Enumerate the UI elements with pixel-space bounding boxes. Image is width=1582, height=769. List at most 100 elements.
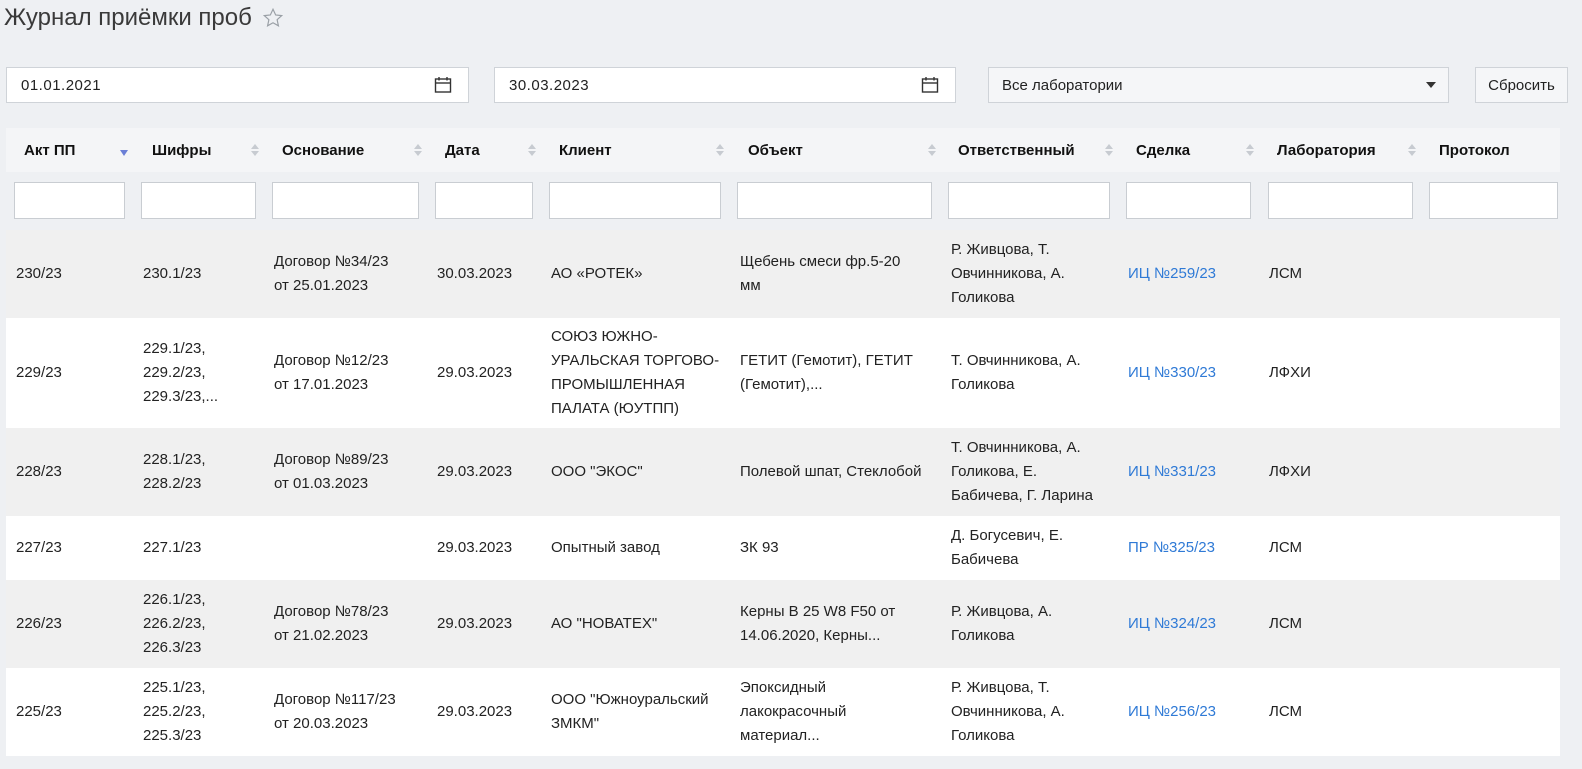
- cell-text: Опытный завод: [551, 539, 660, 556]
- table-row[interactable]: 229/23 229.1/23, 229.2/23, 229.3/23,... До…: [6, 318, 1560, 428]
- header-col-deal[interactable]: Сделка: [1136, 128, 1190, 172]
- cell-col-object: Эпоксидный лакокрасочный материал...: [740, 668, 846, 756]
- date-to-input[interactable]: 30.03.2023: [494, 67, 956, 103]
- cell-col-ciphers: 226.1/23, 226.2/23, 226.3/23: [143, 580, 206, 668]
- sort-desc-icon[interactable]: [120, 142, 128, 158]
- laboratory-select-value: Все лаборатории: [1002, 76, 1123, 94]
- cell-col-akt: 225/23: [16, 668, 62, 756]
- filter-input-col-date[interactable]: [435, 182, 533, 219]
- deal-link[interactable]: ПР №325/23: [1128, 536, 1215, 560]
- filter-input-col-akt[interactable]: [14, 182, 125, 219]
- cell-col-lab: ЛФХИ: [1269, 318, 1311, 428]
- cell-col-basis: Договор №78/23 от 21.02.2023: [274, 580, 388, 668]
- cell-text: СОЮЗ ЮЖНО- УРАЛЬСКАЯ ТОРГОВО- ПРОМЫШЛЕНН…: [551, 328, 720, 417]
- cell-text: ГЕТИТ (Гемотит), ГЕТИТ (Гемотит),...: [740, 352, 913, 393]
- cell-text: Щебень смеси фр.5-20 мм: [740, 253, 901, 294]
- sort-icon[interactable]: [414, 142, 422, 158]
- cell-col-responsible: Р. Живцова, Т. Овчинникова, А. Голикова: [951, 668, 1065, 756]
- table-row[interactable]: 225/23 225.1/23, 225.2/23, 225.3/23 Догово…: [6, 668, 1560, 756]
- deal-link[interactable]: ИЦ №330/23: [1128, 361, 1216, 385]
- deal-link[interactable]: ИЦ №324/23: [1128, 612, 1216, 636]
- cell-text: Полевой шпат, Стеклобой: [740, 463, 922, 480]
- favorite-star-icon[interactable]: [262, 7, 284, 29]
- filter-input-col-ciphers[interactable]: [141, 182, 256, 219]
- cell-text: АО «РОТЕК»: [551, 265, 643, 282]
- sort-icon[interactable]: [251, 142, 259, 158]
- cell-col-date: 29.03.2023: [437, 516, 512, 580]
- header-col-ciphers[interactable]: Шифры: [152, 128, 211, 172]
- cell-col-object: ГЕТИТ (Гемотит), ГЕТИТ (Гемотит),...: [740, 318, 913, 428]
- cell-text: 29.03.2023: [437, 463, 513, 480]
- deal-link[interactable]: ИЦ №256/23: [1128, 700, 1216, 724]
- header-col-lab[interactable]: Лаборатория: [1277, 128, 1376, 172]
- table-row[interactable]: 226/23 226.1/23, 226.2/23, 226.3/23 Догово…: [6, 580, 1560, 668]
- cell-text: ЛФХИ: [1269, 364, 1311, 381]
- cell-col-deal: ПР №325/23: [1128, 516, 1215, 580]
- cell-text: ЛСМ: [1269, 265, 1303, 282]
- cell-col-akt: 230/23: [16, 230, 62, 318]
- header-col-client[interactable]: Клиент: [559, 128, 612, 172]
- cell-text: Договор №89/23 от 01.03.2023: [274, 451, 389, 492]
- cell-col-responsible: Д. Богусевич, Е. Бабичева: [951, 516, 1063, 580]
- date-from-input[interactable]: 01.01.2021: [6, 67, 469, 103]
- cell-text: Эпоксидный лакокрасочный материал...: [740, 679, 847, 744]
- filter-input-col-responsible[interactable]: [948, 182, 1110, 219]
- deal-link[interactable]: ИЦ №259/23: [1128, 262, 1216, 286]
- cell-col-basis: Договор №12/23 от 17.01.2023: [274, 318, 388, 428]
- cell-col-lab: ЛСМ: [1269, 580, 1302, 668]
- table-row[interactable]: 227/23 227.1/23 29.03.2023 Опытный завод ЗК …: [6, 516, 1560, 580]
- sort-icon[interactable]: [928, 142, 936, 158]
- cell-col-date: 30.03.2023: [437, 230, 512, 318]
- header-col-akt[interactable]: Акт ПП: [24, 128, 75, 172]
- title-row: Журнал приёмки проб: [4, 0, 284, 36]
- header-col-object[interactable]: Объект: [748, 128, 803, 172]
- filter-input-col-lab[interactable]: [1268, 182, 1413, 219]
- cell-text: Договор №78/23 от 21.02.2023: [274, 603, 389, 644]
- reset-button[interactable]: Сбросить: [1475, 67, 1568, 103]
- header-col-protocol[interactable]: Протокол: [1439, 128, 1510, 172]
- table-row[interactable]: 230/23 230.1/23 Договор №34/23 от 25.01.20…: [6, 230, 1560, 318]
- cell-text: ЗК 93: [740, 539, 779, 556]
- header-col-basis[interactable]: Основание: [282, 128, 364, 172]
- sort-icon[interactable]: [528, 142, 536, 158]
- cell-col-deal: ИЦ №331/23: [1128, 428, 1216, 516]
- header-col-date[interactable]: Дата: [445, 128, 480, 172]
- deal-link[interactable]: ИЦ №331/23: [1128, 460, 1216, 484]
- cell-text: ЛФХИ: [1269, 463, 1311, 480]
- cell-col-lab: ЛСМ: [1269, 668, 1302, 756]
- cell-col-lab: ЛФХИ: [1269, 428, 1311, 516]
- header-col-responsible[interactable]: Ответственный: [958, 128, 1075, 172]
- cell-col-lab: ЛСМ: [1269, 230, 1302, 318]
- cell-text: Р. Живцова, Т. Овчинникова, А. Голикова: [951, 241, 1065, 306]
- cell-col-client: ООО "ЭКОС": [551, 428, 643, 516]
- cell-col-deal: ИЦ №330/23: [1128, 318, 1216, 428]
- filter-input-col-client[interactable]: [549, 182, 721, 219]
- cell-col-date: 29.03.2023: [437, 428, 512, 516]
- filter-input-col-object[interactable]: [737, 182, 932, 219]
- sort-icon[interactable]: [1105, 142, 1113, 158]
- cell-text: 230.1/23: [143, 265, 202, 282]
- filter-input-col-basis[interactable]: [272, 182, 419, 219]
- cell-col-object: Полевой шпат, Стеклобой: [740, 428, 921, 516]
- cell-col-client: СОЮЗ ЮЖНО- УРАЛЬСКАЯ ТОРГОВО- ПРОМЫШЛЕНН…: [551, 318, 719, 428]
- calendar-icon[interactable]: [434, 76, 452, 94]
- cell-text: 226/23: [16, 615, 62, 632]
- cell-col-ciphers: 228.1/23, 228.2/23: [143, 428, 206, 516]
- cell-col-deal: ИЦ №259/23: [1128, 230, 1216, 318]
- filter-input-col-protocol[interactable]: [1429, 182, 1558, 219]
- sort-icon[interactable]: [1246, 142, 1254, 158]
- cell-col-client: АО «РОТЕК»: [551, 230, 642, 318]
- cell-col-deal: ИЦ №256/23: [1128, 668, 1216, 756]
- laboratory-select[interactable]: Все лаборатории: [988, 67, 1449, 103]
- cell-text: Д. Богусевич, Е. Бабичева: [951, 527, 1063, 568]
- filter-input-col-deal[interactable]: [1126, 182, 1251, 219]
- sort-icon[interactable]: [716, 142, 724, 158]
- table-row[interactable]: 228/23 228.1/23, 228.2/23 Договор №89/23 о…: [6, 428, 1560, 516]
- cell-text: ЛСМ: [1269, 539, 1303, 556]
- sort-icon[interactable]: [1408, 142, 1416, 158]
- cell-col-client: АО "НОВАТЕХ": [551, 580, 657, 668]
- cell-col-object: Керны В 25 W8 F50 от 14.06.2020, Керны..…: [740, 580, 895, 668]
- calendar-icon[interactable]: [921, 76, 939, 94]
- cell-col-date: 29.03.2023: [437, 318, 512, 428]
- cell-text: Договор №12/23 от 17.01.2023: [274, 352, 389, 393]
